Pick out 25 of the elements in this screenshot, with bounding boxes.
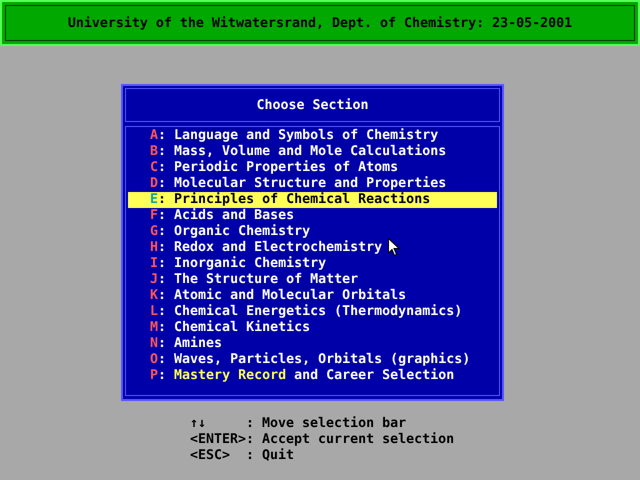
menu-item[interactable]: B: Mass, Volume and Mole Calculations: [128, 144, 497, 160]
menu-item[interactable]: N: Amines: [128, 336, 497, 352]
menu-item[interactable]: I: Inorganic Chemistry: [128, 256, 497, 272]
menu-item[interactable]: E: Principles of Chemical Reactions: [128, 192, 497, 208]
key-description: : Move selection bar: [246, 416, 408, 432]
menu-item[interactable]: M: Chemical Kinetics: [128, 320, 497, 336]
menu-item[interactable]: K: Atomic and Molecular Orbitals: [128, 288, 497, 304]
menu-item[interactable]: L: Chemical Energetics (Thermodynamics): [128, 304, 497, 320]
key-description: : Accept current selection: [246, 432, 454, 448]
menu-item[interactable]: H: Redox and Electrochemistry: [128, 240, 497, 256]
key-description: : Quit: [246, 448, 296, 464]
key-label: ↑↓: [190, 416, 208, 432]
menu-item[interactable]: P: Mastery Record and Career Selection: [128, 368, 497, 384]
menu-item[interactable]: G: Organic Chemistry: [128, 224, 497, 240]
menu-item[interactable]: O: Waves, Particles, Orbitals (graphics): [128, 352, 497, 368]
key-label: <ENTER>: [190, 432, 246, 448]
menu-item[interactable]: F: Acids and Bases: [128, 208, 497, 224]
key-label: <ESC>: [190, 448, 232, 464]
menu-item[interactable]: J: The Structure of Matter: [128, 272, 497, 288]
dialog-title: Choose Section: [256, 98, 369, 112]
mouse-pointer-icon: [388, 238, 400, 257]
window-title: University of the Witwatersrand, Dept. of Chemistry: 23-05-2001: [68, 16, 572, 30]
menu-item[interactable]: D: Molecular Structure and Properties: [128, 176, 497, 192]
menu-item[interactable]: C: Periodic Properties of Atoms: [128, 160, 497, 176]
menu-item[interactable]: A: Language and Symbols of Chemistry: [128, 128, 497, 144]
